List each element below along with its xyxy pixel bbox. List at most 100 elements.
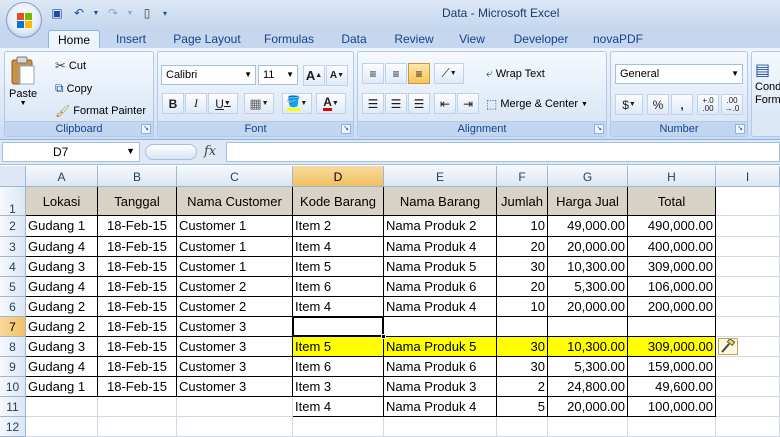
cell-b6[interactable]: 18-Feb-15: [98, 297, 177, 317]
cell-i7[interactable]: [716, 317, 780, 337]
cell-b5[interactable]: 18-Feb-15: [98, 277, 177, 297]
cell-h9[interactable]: 159,000.00: [628, 357, 716, 377]
accounting-format-button[interactable]: $ ▼: [615, 94, 643, 115]
cell-i11[interactable]: [716, 397, 780, 417]
cell-i5[interactable]: [716, 277, 780, 297]
cell-a7[interactable]: Gudang 2: [26, 317, 98, 337]
row-header-5[interactable]: 5: [0, 277, 26, 297]
cell-e6[interactable]: Nama Produk 4: [384, 297, 497, 317]
align-top-button[interactable]: ≡: [362, 63, 384, 84]
row-header-2[interactable]: 2: [0, 216, 26, 237]
cell-a5[interactable]: Gudang 4: [26, 277, 98, 297]
cell-d4[interactable]: Item 5: [293, 257, 384, 277]
format-painter-button[interactable]: 🖌 Format Painter: [55, 104, 146, 118]
orientation-button[interactable]: ⟋ ▼: [434, 63, 464, 84]
cell-b10[interactable]: 18-Feb-15: [98, 377, 177, 397]
column-header-f[interactable]: F: [497, 166, 548, 187]
cell-b12[interactable]: [98, 417, 177, 437]
row-header-1[interactable]: 1: [0, 187, 26, 216]
merge-center-button[interactable]: ⬚ Merge & Center ▼: [486, 97, 588, 111]
name-box[interactable]: D7 ▼: [2, 142, 140, 162]
column-header-i[interactable]: I: [716, 166, 780, 187]
wrap-text-button[interactable]: ⤶ Wrap Text: [486, 66, 545, 81]
cell-g12[interactable]: [548, 417, 628, 437]
cell-h12[interactable]: [628, 417, 716, 437]
cell-h3[interactable]: 400,000.00: [628, 237, 716, 257]
cell-f7[interactable]: [497, 317, 548, 337]
row-header-8[interactable]: 8: [0, 337, 26, 357]
cell-f2[interactable]: 10: [497, 216, 548, 237]
borders-button[interactable]: ▦ ▼: [244, 93, 274, 114]
cell-d10[interactable]: Item 3: [293, 377, 384, 397]
decrease-decimal-button[interactable]: .00 →.0: [721, 94, 743, 115]
cell-a9[interactable]: Gudang 4: [26, 357, 98, 377]
cell-f5[interactable]: 20: [497, 277, 548, 297]
row-header-4[interactable]: 4: [0, 257, 26, 277]
cell-c6[interactable]: Customer 2: [177, 297, 293, 317]
cell-e7[interactable]: [384, 317, 497, 337]
cell-f12[interactable]: [497, 417, 548, 437]
font-name-select[interactable]: Calibri ▼: [161, 65, 256, 85]
cell-b11[interactable]: [98, 397, 177, 417]
cell-f9[interactable]: 30: [497, 357, 548, 377]
header-cell-c[interactable]: Nama Customer: [177, 187, 293, 216]
column-header-c[interactable]: C: [177, 166, 293, 187]
column-header-e[interactable]: E: [384, 166, 497, 187]
cell-g4[interactable]: 10,300.00: [548, 257, 628, 277]
align-left-button[interactable]: ☰: [362, 93, 384, 114]
cell-f8[interactable]: 30: [497, 337, 548, 357]
paste-button[interactable]: Paste ▼: [9, 56, 37, 107]
tab-formulas[interactable]: Formulas: [258, 30, 320, 48]
cell-d9[interactable]: Item 6: [293, 357, 384, 377]
cell-f3[interactable]: 20: [497, 237, 548, 257]
cell-f10[interactable]: 2: [497, 377, 548, 397]
cell-d11[interactable]: Item 4: [293, 397, 384, 417]
header-cell-g[interactable]: Harga Jual: [548, 187, 628, 216]
fill-color-button[interactable]: 🪣 ▼: [282, 93, 312, 114]
cell-e4[interactable]: Nama Produk 5: [384, 257, 497, 277]
cell-h2[interactable]: 490,000.00: [628, 216, 716, 237]
cell-e2[interactable]: Nama Produk 2: [384, 216, 497, 237]
cell-e12[interactable]: [384, 417, 497, 437]
align-middle-button[interactable]: ≡: [385, 63, 407, 84]
clipboard-launcher-icon[interactable]: ↘: [141, 124, 151, 134]
cell-a2[interactable]: Gudang 1: [26, 216, 98, 237]
cell-d2[interactable]: Item 2: [293, 216, 384, 237]
header-cell-e[interactable]: Nama Barang: [384, 187, 497, 216]
cell-h11[interactable]: 100,000.00: [628, 397, 716, 417]
cell-e5[interactable]: Nama Produk 6: [384, 277, 497, 297]
select-all-button[interactable]: [0, 166, 26, 187]
header-cell-h[interactable]: Total: [628, 187, 716, 216]
cell-d5[interactable]: Item 6: [293, 277, 384, 297]
paintbrush-icon[interactable]: [718, 337, 738, 355]
shrink-font-button[interactable]: A ▼: [326, 65, 348, 86]
cell-e8[interactable]: Nama Produk 5: [384, 337, 497, 357]
formula-bar-resize-handle[interactable]: [145, 144, 197, 160]
font-launcher-icon[interactable]: ↘: [341, 124, 351, 134]
cell-g5[interactable]: 5,300.00: [548, 277, 628, 297]
cell-f6[interactable]: 10: [497, 297, 548, 317]
cell-d12[interactable]: [293, 417, 384, 437]
cell-a3[interactable]: Gudang 4: [26, 237, 98, 257]
cell-h10[interactable]: 49,600.00: [628, 377, 716, 397]
cell-c10[interactable]: Customer 3: [177, 377, 293, 397]
cell-i4[interactable]: [716, 257, 780, 277]
tab-home[interactable]: Home: [48, 30, 100, 48]
tab-page-layout[interactable]: Page Layout: [166, 30, 248, 48]
cell-f4[interactable]: 30: [497, 257, 548, 277]
increase-indent-button[interactable]: ⇥: [457, 93, 479, 114]
office-button[interactable]: [6, 2, 42, 38]
header-cell-d[interactable]: Kode Barang: [293, 187, 384, 216]
cell-g8[interactable]: 10,300.00: [548, 337, 628, 357]
cell-c4[interactable]: Customer 1: [177, 257, 293, 277]
conditional-formatting-button[interactable]: ▤ Cond Form: [755, 60, 780, 106]
tab-insert[interactable]: Insert: [108, 30, 154, 48]
cell-d3[interactable]: Item 4: [293, 237, 384, 257]
cell-i9[interactable]: [716, 357, 780, 377]
cell-g6[interactable]: 20,000.00: [548, 297, 628, 317]
cell-b4[interactable]: 18-Feb-15: [98, 257, 177, 277]
cell-c11[interactable]: [177, 397, 293, 417]
bold-button[interactable]: B: [162, 93, 184, 114]
decrease-indent-button[interactable]: ⇤: [434, 93, 456, 114]
column-header-b[interactable]: B: [98, 166, 177, 187]
